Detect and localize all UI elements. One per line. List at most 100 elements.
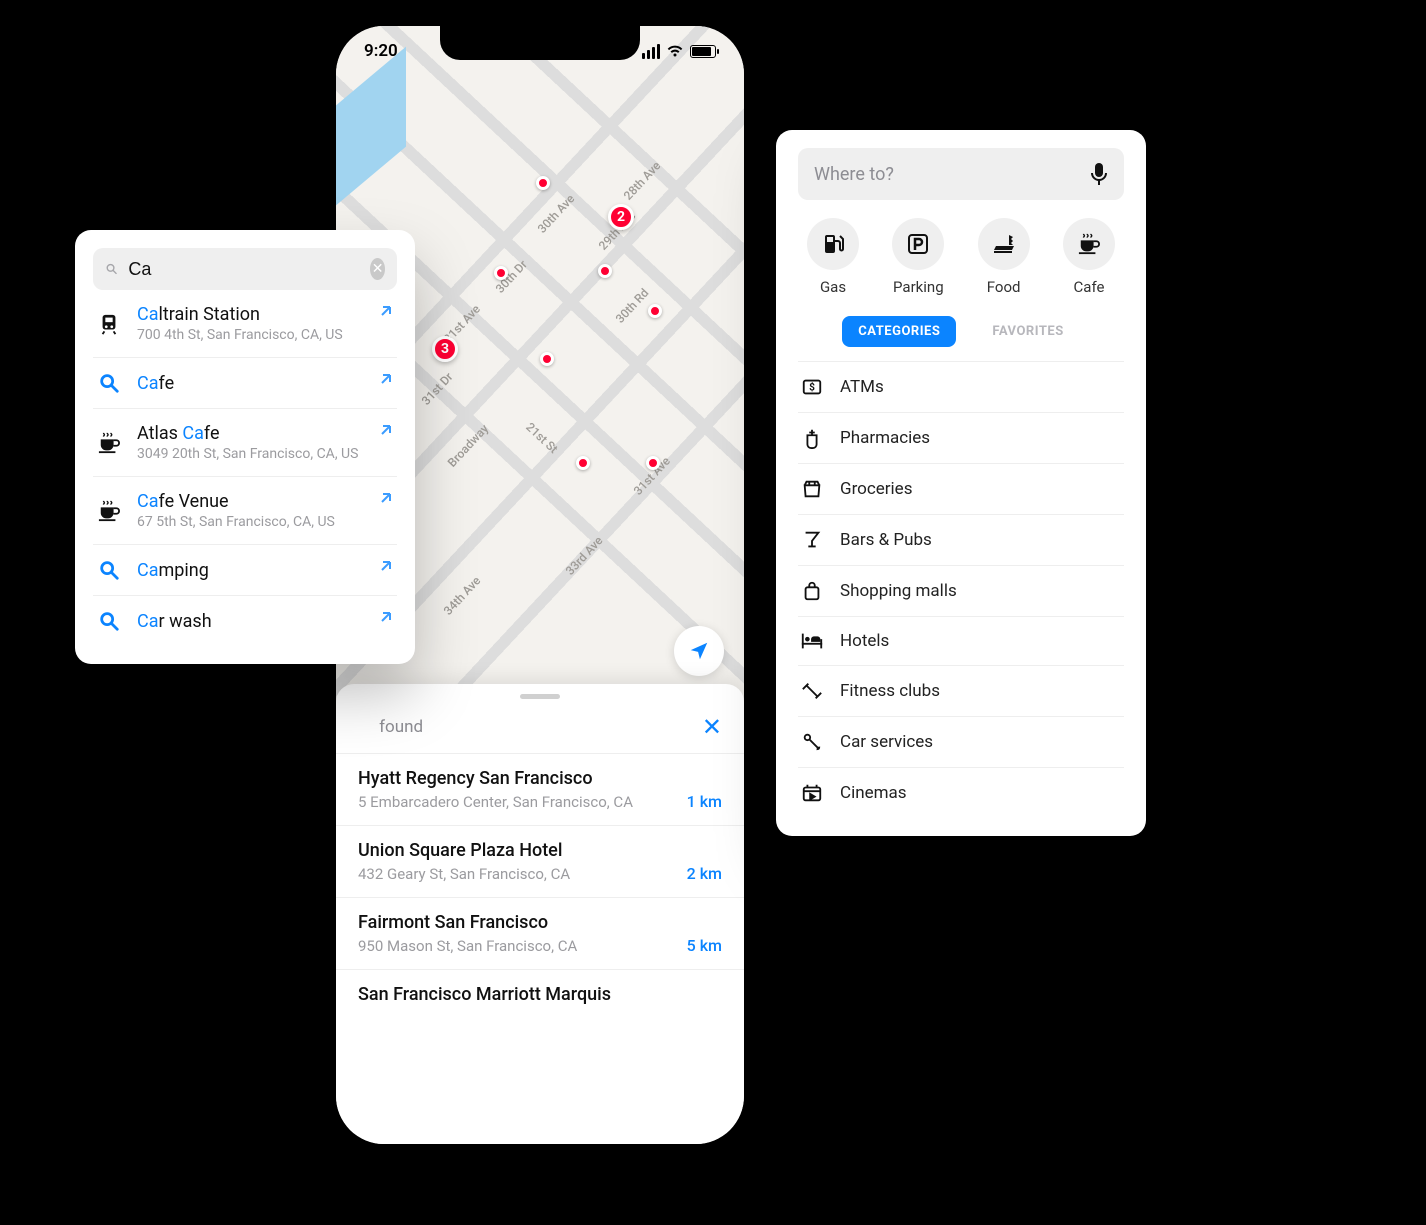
suggestion-title: Cafe Venue bbox=[137, 491, 395, 512]
suggestion-row[interactable]: Cafe Venue 67 5th St, San Francisco, CA,… bbox=[93, 477, 397, 545]
gas-icon bbox=[807, 218, 859, 270]
quick-category-cafe[interactable]: Cafe bbox=[1054, 218, 1124, 296]
category-row[interactable]: $ ATMs bbox=[798, 361, 1124, 412]
map-pin[interactable] bbox=[540, 352, 554, 366]
suggestion-title: Cafe bbox=[137, 373, 395, 394]
microphone-icon[interactable] bbox=[1090, 162, 1108, 186]
category-label: Car services bbox=[840, 732, 933, 752]
category-row[interactable]: Groceries bbox=[798, 463, 1124, 514]
fitness-icon bbox=[800, 680, 824, 702]
tab-favorites[interactable]: FAVORITES bbox=[976, 316, 1079, 347]
train-icon bbox=[95, 313, 123, 335]
category-label: Cinemas bbox=[840, 783, 907, 803]
search-icon bbox=[95, 610, 123, 632]
quick-category-gas[interactable]: Gas bbox=[798, 218, 868, 296]
suggestion-row[interactable]: Car wash bbox=[93, 596, 397, 646]
search-suggestions-panel: ✕ Caltrain Station 700 4th St, San Franc… bbox=[75, 230, 415, 664]
category-row[interactable]: Pharmacies bbox=[798, 412, 1124, 463]
hotel-icon bbox=[800, 631, 824, 651]
category-label: Fitness clubs bbox=[840, 681, 940, 701]
category-label: Hotels bbox=[840, 631, 889, 651]
food-icon bbox=[978, 218, 1030, 270]
parking-icon bbox=[892, 218, 944, 270]
street-label: 33rd Ave bbox=[563, 533, 606, 577]
search-icon bbox=[105, 259, 118, 279]
category-row[interactable]: Bars & Pubs bbox=[798, 514, 1124, 565]
tab-categories[interactable]: CATEGORIES bbox=[842, 316, 956, 347]
insert-arrow-icon[interactable] bbox=[379, 559, 393, 573]
mall-icon bbox=[800, 580, 824, 602]
map-pin[interactable] bbox=[494, 266, 508, 280]
map-pin[interactable] bbox=[648, 304, 662, 318]
street-label: 30th Rd bbox=[613, 286, 652, 326]
locate-button[interactable] bbox=[674, 626, 724, 676]
category-label: Shopping malls bbox=[840, 581, 957, 601]
quick-category-parking[interactable]: Parking bbox=[883, 218, 953, 296]
suggestion-subtitle: 3049 20th St, San Francisco, CA, US bbox=[137, 446, 395, 462]
category-row[interactable]: Car services bbox=[798, 716, 1124, 767]
category-label: Pharmacies bbox=[840, 428, 930, 448]
car-icon bbox=[800, 731, 824, 753]
where-to-field[interactable]: Where to? bbox=[798, 148, 1124, 200]
wifi-icon bbox=[666, 44, 684, 58]
insert-arrow-icon[interactable] bbox=[379, 423, 393, 437]
suggestion-title: Atlas Cafe bbox=[137, 423, 395, 444]
suggestion-row[interactable]: Cafe bbox=[93, 358, 397, 409]
map-pin[interactable] bbox=[646, 456, 660, 470]
map-pin[interactable] bbox=[576, 456, 590, 470]
insert-arrow-icon[interactable] bbox=[379, 304, 393, 318]
result-row[interactable]: San Francisco Marriott Marquis bbox=[336, 969, 744, 1019]
svg-text:$: $ bbox=[809, 381, 815, 394]
location-arrow-icon bbox=[688, 640, 710, 662]
quick-category-food[interactable]: Food bbox=[969, 218, 1039, 296]
map-pin-cluster[interactable]: 2 bbox=[608, 204, 634, 230]
suggestion-row[interactable]: Atlas Cafe 3049 20th St, San Francisco, … bbox=[93, 409, 397, 477]
suggestion-row[interactable]: Camping bbox=[93, 545, 397, 596]
sheet-handle[interactable] bbox=[520, 694, 560, 699]
category-row[interactable]: Hotels bbox=[798, 616, 1124, 665]
category-row[interactable]: Fitness clubs bbox=[798, 665, 1124, 716]
bar-icon bbox=[800, 529, 824, 551]
status-time: 9:20 bbox=[364, 41, 398, 61]
search-field[interactable]: ✕ bbox=[93, 248, 397, 290]
search-input[interactable] bbox=[128, 259, 360, 280]
battery-icon bbox=[690, 45, 716, 58]
result-distance: 2 km bbox=[687, 864, 722, 883]
street-label: 28th Ave bbox=[621, 159, 663, 203]
result-subtitle: 5 Embarcadero Center, San Francisco, CA bbox=[358, 793, 633, 811]
map-pin-cluster[interactable]: 3 bbox=[432, 336, 458, 362]
insert-arrow-icon[interactable] bbox=[379, 372, 393, 386]
street-label: 34th Ave bbox=[441, 574, 483, 618]
result-row[interactable]: Union Square Plaza Hotel 432 Geary St, Sa… bbox=[336, 825, 744, 897]
insert-arrow-icon[interactable] bbox=[379, 491, 393, 505]
result-title: Fairmont San Francisco bbox=[358, 912, 577, 933]
pharmacy-icon bbox=[800, 427, 824, 449]
results-count-label: xx found bbox=[358, 717, 423, 737]
insert-arrow-icon[interactable] bbox=[379, 610, 393, 624]
map-pin[interactable] bbox=[536, 176, 550, 190]
categories-panel: Where to? GasParkingFoodCafe CATEGORIES … bbox=[776, 130, 1146, 836]
results-sheet[interactable]: xx found ✕ Hyatt Regency San Francisco 5 … bbox=[336, 684, 744, 1144]
quick-label: Cafe bbox=[1074, 278, 1105, 296]
cafe-icon bbox=[1063, 218, 1115, 270]
suggestion-subtitle: 67 5th St, San Francisco, CA, US bbox=[137, 514, 395, 530]
close-button[interactable]: ✕ bbox=[702, 713, 722, 741]
result-title: Union Square Plaza Hotel bbox=[358, 840, 570, 861]
result-distance: 5 km bbox=[687, 936, 722, 955]
category-label: ATMs bbox=[840, 377, 884, 397]
atm-icon: $ bbox=[800, 376, 824, 398]
street-label: 31st Dr bbox=[419, 370, 456, 408]
category-row[interactable]: Shopping malls bbox=[798, 565, 1124, 616]
result-title: Hyatt Regency San Francisco bbox=[358, 768, 633, 789]
map-pin[interactable] bbox=[598, 264, 612, 278]
result-row[interactable]: Hyatt Regency San Francisco 5 Embarcadero… bbox=[336, 753, 744, 825]
quick-label: Food bbox=[987, 278, 1021, 296]
category-row[interactable]: Cinemas bbox=[798, 767, 1124, 818]
signal-icon bbox=[642, 44, 660, 59]
result-row[interactable]: Fairmont San Francisco950 Mason St, San … bbox=[336, 897, 744, 969]
where-to-placeholder: Where to? bbox=[814, 164, 894, 185]
result-title: San Francisco Marriott Marquis bbox=[358, 984, 611, 1005]
result-subtitle: 432 Geary St, San Francisco, CA bbox=[358, 865, 570, 883]
clear-button[interactable]: ✕ bbox=[370, 258, 385, 280]
suggestion-row[interactable]: Caltrain Station 700 4th St, San Francis… bbox=[93, 290, 397, 358]
